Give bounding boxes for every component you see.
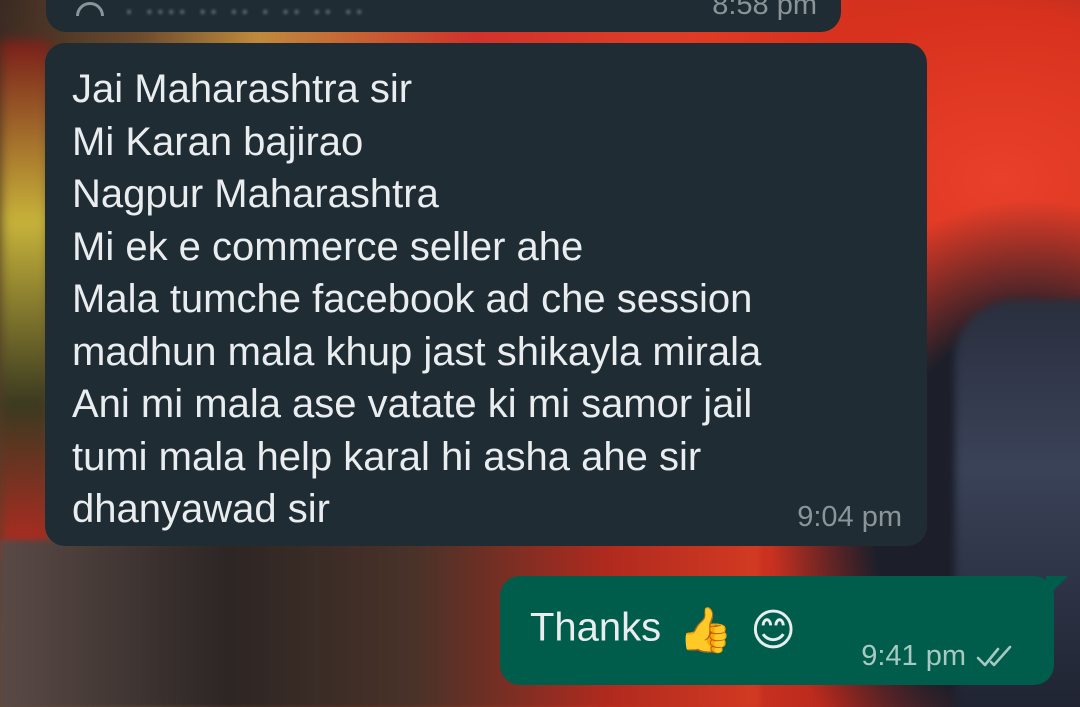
wallpaper-detail	[0, 40, 50, 560]
message-line: Jai Maharashtra sir	[72, 67, 413, 111]
smiling-face-emoji: 😊	[750, 605, 797, 655]
previous-message-bubble[interactable]: · ···· ·· ·· · ·· ·· ·· 8:58 pm	[46, 0, 841, 32]
thumbs-up-emoji: 👍	[678, 606, 734, 655]
message-line: Mi ek e commerce seller ahe	[72, 224, 584, 269]
outgoing-message-label: Thanks	[530, 605, 662, 650]
outgoing-message-time: 9:41 pm	[861, 640, 966, 672]
message-line: Mi Karan bajirao	[72, 119, 364, 164]
previous-message-time: 8:58 pm	[712, 0, 817, 21]
message-line: tumi mala help karal hi asha ahe sir	[72, 434, 702, 479]
outgoing-message-bubble[interactable]: Thanks 👍 😊 9:41 pm	[500, 576, 1068, 685]
message-line: madhun mala khup jast shikayla mirala	[72, 329, 762, 374]
previous-message-text: · ···· ·· ·· · ·· ·· ··	[124, 0, 366, 27]
incoming-message-time: 9:04 pm	[797, 501, 902, 533]
incoming-message-bubble[interactable]: Jai Maharashtra sir Mi Karan bajirao Nag…	[45, 43, 927, 546]
message-line: Mala tumche facebook ad che session	[72, 277, 753, 321]
outgoing-message-meta: 9:41 pm	[861, 640, 1014, 673]
status-circle-icon	[76, 2, 104, 16]
outgoing-message-text: Thanks 👍 😊	[530, 604, 796, 656]
double-check-icon	[976, 645, 1012, 666]
message-line: dhanyawad sir	[72, 487, 330, 531]
message-line: Ani mi mala ase vatate ki mi samor jail	[72, 382, 753, 426]
message-line: Nagpur Maharashtra	[72, 172, 439, 216]
incoming-message-text: Jai Maharashtra sir Mi Karan bajirao Nag…	[72, 63, 761, 536]
